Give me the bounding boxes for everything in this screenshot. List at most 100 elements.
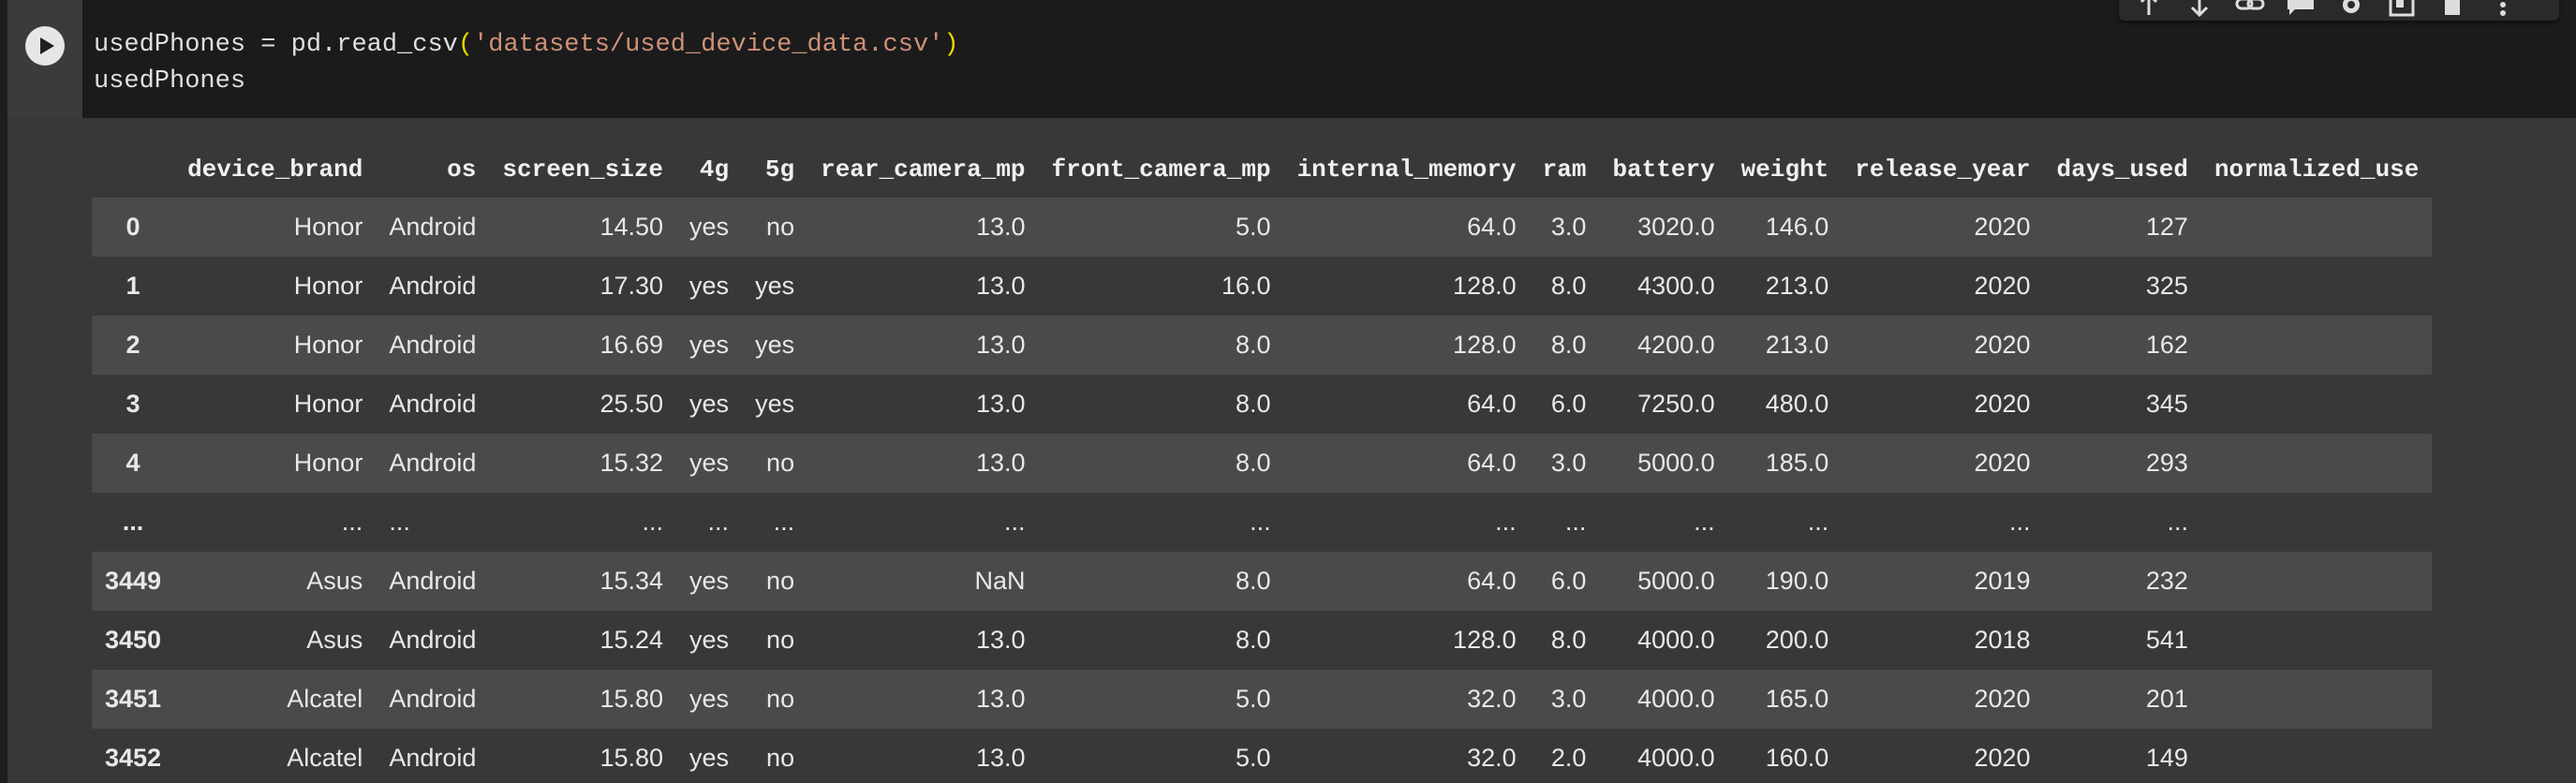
table-cell	[2201, 729, 2432, 783]
table-header-row: device_brand os screen_size 4g 5g rear_camera…	[92, 141, 2432, 198]
column-header: device_brand	[187, 155, 363, 184]
table-cell: 325	[2145, 272, 2188, 300]
table-cell: 2019	[1974, 567, 2031, 595]
delete-icon[interactable]	[2434, 0, 2471, 19]
table-cell: 8.0	[1236, 626, 1271, 654]
table-cell: Android	[389, 685, 477, 713]
table-cell: yes	[689, 331, 730, 359]
table-cell: 64.0	[1467, 213, 1517, 241]
table-cell	[2201, 552, 2432, 611]
table-cell: 6.0	[1550, 567, 1587, 595]
table-cell	[2201, 375, 2432, 434]
table-cell: 3.0	[1550, 449, 1587, 477]
table-cell: yes	[689, 744, 730, 772]
comment-icon[interactable]	[2282, 0, 2319, 19]
table-cell: no	[766, 213, 795, 241]
table-cell: Alcatel	[287, 685, 363, 713]
table-cell	[2201, 257, 2432, 316]
table-cell: ...	[1250, 508, 1271, 536]
table-cell: 5000.0	[1637, 449, 1715, 477]
table-cell: 160.0	[1765, 744, 1829, 772]
table-cell: 201	[2145, 685, 2188, 713]
row-index: 3451	[105, 685, 162, 713]
table-cell: yes	[689, 449, 730, 477]
table-cell: ...	[773, 508, 795, 536]
table-cell: NaN	[974, 567, 1026, 595]
table-cell: yes	[755, 272, 795, 300]
row-index: 3449	[105, 567, 162, 595]
table-cell: 128.0	[1453, 272, 1517, 300]
row-index: 3452	[105, 744, 162, 772]
table-cell: 2.0	[1550, 744, 1587, 772]
link-icon[interactable]	[2231, 0, 2269, 19]
column-header: ram	[1542, 155, 1587, 184]
code-line-2: usedPhones	[94, 67, 246, 96]
table-cell: Android	[389, 272, 477, 300]
table-cell: yes	[689, 567, 730, 595]
table-cell: 8.0	[1236, 449, 1271, 477]
table-cell: 200.0	[1765, 626, 1829, 654]
column-header: release_year	[1855, 155, 2031, 184]
table-cell: 8.0	[1550, 331, 1587, 359]
table-cell: 293	[2145, 449, 2188, 477]
table-cell: ...	[2167, 508, 2188, 536]
table-cell: 15.32	[600, 449, 664, 477]
column-header: screen_size	[502, 155, 664, 184]
table-cell	[2201, 316, 2432, 375]
table-cell: ...	[389, 508, 410, 536]
table-cell: 4200.0	[1637, 331, 1715, 359]
table-cell: 13.0	[975, 685, 1026, 713]
column-header: 4g	[699, 155, 730, 184]
table-cell: 480.0	[1765, 390, 1829, 418]
column-header: days_used	[2056, 155, 2188, 184]
column-header: battery	[1612, 155, 1715, 184]
table-cell: no	[766, 449, 795, 477]
run-cell-button[interactable]	[25, 26, 65, 66]
table-cell: ...	[1004, 508, 1026, 536]
table-cell: 6.0	[1550, 390, 1587, 418]
table-cell: 8.0	[1236, 390, 1271, 418]
table-cell: 128.0	[1453, 626, 1517, 654]
table-cell: Android	[389, 390, 477, 418]
row-index: 4	[126, 449, 141, 477]
table-cell: 2020	[1974, 272, 2031, 300]
play-icon	[26, 27, 64, 65]
table-cell: 4000.0	[1637, 626, 1715, 654]
table-cell: 8.0	[1236, 567, 1271, 595]
table-row: 4 Honor Android 15.32 yes no 13.0 8.0 64.0 3.0 500…	[92, 434, 2433, 493]
move-up-icon[interactable]	[2130, 0, 2168, 19]
code-paren-close: )	[943, 31, 959, 59]
row-index: 3	[126, 390, 141, 418]
table-cell: ...	[2009, 508, 2031, 536]
table-row: 3 Honor Android 25.50 yes yes 13.0 8.0 64.0 6.0 72…	[92, 375, 2433, 434]
row-index: 1	[126, 272, 141, 300]
table-cell: Android	[389, 567, 477, 595]
table-cell: 13.0	[975, 331, 1026, 359]
table-cell: 8.0	[1550, 272, 1587, 300]
settings-icon[interactable]	[2332, 0, 2370, 19]
table-cell: 13.0	[975, 213, 1026, 241]
move-down-icon[interactable]	[2181, 0, 2218, 19]
table-cell: 345	[2145, 390, 2188, 418]
table-cell: 15.34	[600, 567, 664, 595]
more-icon[interactable]	[2484, 0, 2522, 19]
table-cell	[2201, 198, 2432, 257]
column-header: internal_memory	[1296, 155, 1517, 184]
table-cell: yes	[689, 272, 730, 300]
table-cell: 64.0	[1467, 390, 1517, 418]
row-index: 0	[126, 213, 141, 241]
table-cell: 2020	[1974, 331, 2031, 359]
table-cell: 541	[2145, 626, 2188, 654]
table-cell: 13.0	[975, 626, 1026, 654]
table-cell: 2018	[1974, 626, 2031, 654]
table-cell: no	[766, 744, 795, 772]
row-index: 2	[126, 331, 141, 359]
column-header: normalized_use	[2213, 155, 2420, 184]
table-cell: 5000.0	[1637, 567, 1715, 595]
cell-toolbar	[2119, 0, 2559, 21]
table-cell: 2020	[1974, 449, 2031, 477]
table-row: 0 Honor Android 14.50 yes no 13.0 5.0 64.0 3.0 302…	[92, 198, 2433, 257]
table-cell: 2020	[1974, 685, 2031, 713]
mirror-cell-icon[interactable]	[2383, 0, 2421, 19]
row-index: 3450	[105, 626, 162, 654]
